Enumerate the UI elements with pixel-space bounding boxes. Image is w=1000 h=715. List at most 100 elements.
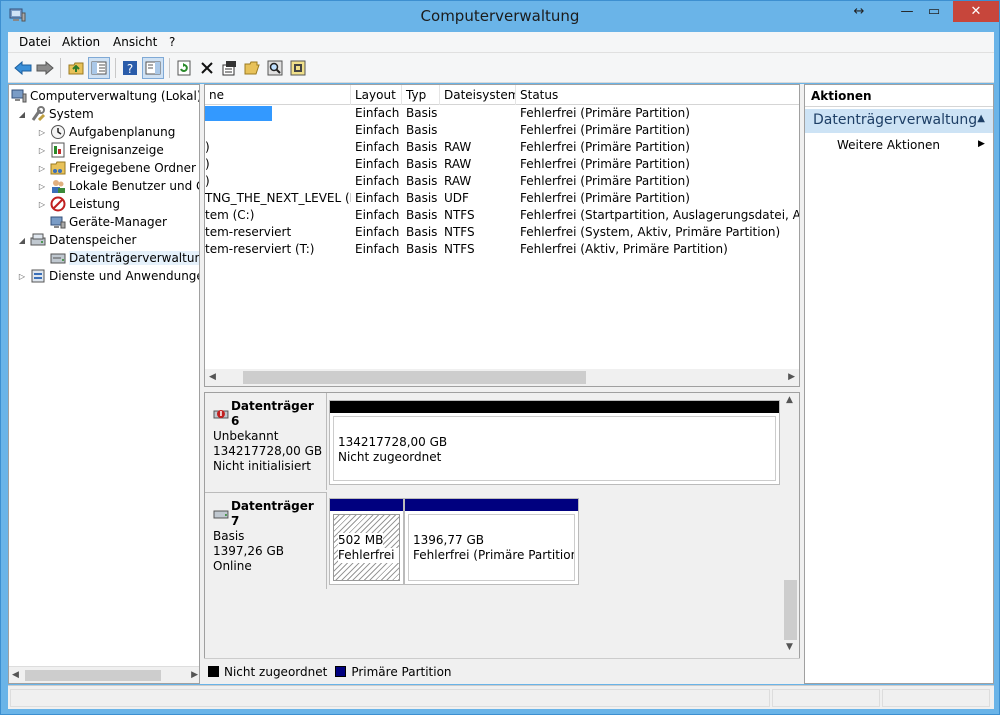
scroll-thumb[interactable] bbox=[243, 371, 586, 384]
disk-error-icon bbox=[213, 410, 229, 419]
collapsed-arrow-icon[interactable]: ▷ bbox=[37, 182, 47, 191]
tree-item-services[interactable]: ▷ Dienste und Anwendungen bbox=[17, 267, 199, 285]
collapsed-arrow-icon[interactable]: ▷ bbox=[37, 200, 47, 209]
column-header-status[interactable]: Status bbox=[516, 85, 799, 105]
collapsed-arrow-icon[interactable]: ▷ bbox=[37, 146, 47, 155]
device-manager-icon bbox=[50, 216, 66, 229]
scroll-up-arrow-icon[interactable]: ▲ bbox=[786, 395, 793, 405]
table-row[interactable]: ) Einfach Basis RAW Fehlerfrei (Primäre Part… bbox=[205, 139, 799, 156]
collapsed-arrow-icon[interactable]: ▷ bbox=[37, 164, 47, 173]
properties-icon[interactable] bbox=[218, 57, 240, 79]
cell-name: ) bbox=[205, 174, 210, 188]
collapse-arrow-icon[interactable]: ▲ bbox=[977, 113, 985, 124]
table-row[interactable]: tem-reserviert Einfach Basis NTFS Fehlerfrei… bbox=[205, 224, 799, 241]
menu-datei[interactable]: Datei bbox=[19, 35, 51, 49]
collapsed-arrow-icon[interactable]: ▷ bbox=[17, 272, 27, 281]
maximize-button[interactable]: ▭ bbox=[919, 1, 949, 22]
tree-item-shared-folders[interactable]: ▷ Freigegebene Ordner bbox=[37, 159, 196, 177]
tree-item-task-scheduler[interactable]: ▷ Aufgabenplanung bbox=[37, 123, 175, 141]
cell-fs: NTFS bbox=[444, 242, 475, 256]
disk-graph-view: Datenträger 6 Unbekannt 134217728,00 GB … bbox=[204, 392, 800, 684]
volume-system-reserved[interactable]: 502 MB Fehlerfrei (P bbox=[329, 498, 404, 585]
cell-type: Basis bbox=[406, 191, 438, 205]
actions-section-disk-management[interactable]: Datenträgerverwaltung ▲ bbox=[805, 109, 993, 133]
volume-primary-partition[interactable]: 1396,77 GB Fehlerfrei (Primäre Partition… bbox=[404, 498, 579, 585]
scroll-thumb[interactable] bbox=[784, 580, 797, 640]
forward-arrow-icon[interactable] bbox=[34, 57, 56, 79]
menu-help[interactable]: ? bbox=[169, 35, 175, 49]
event-viewer-icon bbox=[51, 142, 65, 158]
tree-item-local-users[interactable]: ▷ Lokale Benutzer und Gr bbox=[37, 177, 199, 195]
column-header-type[interactable]: Typ bbox=[402, 85, 440, 105]
table-row[interactable]: tem-reserviert (T:) Einfach Basis NTFS Fehle… bbox=[205, 241, 799, 258]
table-row[interactable]: tem (C:) Einfach Basis NTFS Fehlerfrei (Star… bbox=[205, 207, 799, 224]
cell-layout: Einfach bbox=[355, 208, 400, 222]
legend-swatch-unallocated bbox=[208, 666, 219, 677]
cell-name: ) bbox=[205, 140, 210, 154]
settings-icon[interactable] bbox=[287, 57, 309, 79]
cell-status: Fehlerfrei (Primäre Partition) bbox=[520, 123, 690, 137]
graph-vertical-scrollbar[interactable]: ▲ ▼ bbox=[782, 393, 799, 653]
scroll-right-arrow-icon[interactable]: ▶ bbox=[191, 670, 198, 680]
table-row[interactable]: Einfach Basis Fehlerfrei (Primäre Partitio… bbox=[205, 122, 799, 139]
table-row[interactable]: Einfach Basis Fehlerfrei (Primäre Partitio… bbox=[205, 105, 799, 122]
tree-item-storage[interactable]: ◢ Datenspeicher bbox=[17, 231, 136, 249]
cell-name: tem (C:) bbox=[205, 208, 255, 222]
show-tree-icon[interactable] bbox=[88, 57, 110, 79]
scroll-thumb[interactable] bbox=[25, 670, 161, 681]
volume-unallocated-disk6[interactable]: 134217728,00 GB Nicht zugeordnet bbox=[329, 400, 780, 485]
table-row[interactable]: ) Einfach Basis RAW Fehlerfrei (Primäre Part… bbox=[205, 173, 799, 190]
window: Computerverwaltung ↔ — ▭ ✕ Datei Aktion … bbox=[0, 0, 1000, 715]
search-icon[interactable] bbox=[264, 57, 286, 79]
svg-text:?: ? bbox=[127, 62, 133, 76]
delete-icon[interactable] bbox=[196, 57, 218, 79]
cell-type: Basis bbox=[406, 242, 438, 256]
table-row[interactable]: TNG_THE_NEXT_LEVEL (N:) Einfach Basis UDF Fe… bbox=[205, 190, 799, 207]
center-pane: ne Layout Typ Dateisystem Status Einfach… bbox=[204, 84, 800, 684]
scroll-left-arrow-icon[interactable]: ◀ bbox=[209, 372, 216, 382]
more-actions-item[interactable]: Weitere Aktionen bbox=[837, 138, 940, 152]
help-icon[interactable]: ? bbox=[119, 57, 141, 79]
back-arrow-icon[interactable] bbox=[12, 57, 34, 79]
scroll-down-arrow-icon[interactable]: ▼ bbox=[786, 642, 793, 652]
actions-header: Aktionen bbox=[805, 85, 993, 107]
tree-item-performance[interactable]: ▷ Leistung bbox=[37, 195, 120, 213]
tree-item-device-manager[interactable]: Geräte-Manager bbox=[50, 213, 167, 231]
tree-horizontal-scrollbar[interactable]: ◀ ▶ bbox=[9, 666, 199, 683]
title-bar[interactable]: Computerverwaltung ↔ — ▭ ✕ bbox=[1, 1, 999, 31]
up-folder-icon[interactable] bbox=[65, 57, 87, 79]
tree-item-system[interactable]: ◢ System bbox=[17, 105, 94, 123]
cell-name: tem-reserviert (T:) bbox=[205, 242, 315, 256]
cell-type: Basis bbox=[406, 106, 438, 120]
cell-fs: NTFS bbox=[444, 208, 475, 222]
expanded-arrow-icon[interactable]: ◢ bbox=[17, 110, 27, 119]
column-header-name[interactable]: ne bbox=[205, 85, 351, 105]
tree-item-root[interactable]: Computerverwaltung (Lokal) bbox=[11, 87, 199, 105]
list-header: ne Layout Typ Dateisystem Status bbox=[205, 85, 799, 105]
open-folder-icon[interactable] bbox=[241, 57, 263, 79]
column-header-layout[interactable]: Layout bbox=[351, 85, 402, 105]
table-row[interactable]: ) Einfach Basis RAW Fehlerfrei (Primäre Part… bbox=[205, 156, 799, 173]
column-header-filesystem[interactable]: Dateisystem bbox=[440, 85, 516, 105]
expanded-arrow-icon[interactable]: ◢ bbox=[17, 236, 27, 245]
menu-aktion[interactable]: Aktion bbox=[62, 35, 100, 49]
services-icon bbox=[31, 269, 45, 283]
scroll-right-arrow-icon[interactable]: ▶ bbox=[788, 372, 795, 382]
cell-status: Fehlerfrei (Primäre Partition) bbox=[520, 106, 690, 120]
refresh-icon[interactable] bbox=[173, 57, 195, 79]
list-horizontal-scrollbar[interactable]: ◀ ▶ bbox=[205, 369, 799, 386]
scroll-left-arrow-icon[interactable]: ◀ bbox=[12, 670, 19, 680]
volume-type-bar bbox=[330, 499, 403, 511]
show-action-pane-icon[interactable] bbox=[142, 57, 164, 79]
collapsed-arrow-icon[interactable]: ▷ bbox=[37, 128, 47, 137]
disk-label-7[interactable]: Datenträger 7 Basis 1397,26 GB Online bbox=[205, 492, 327, 589]
close-button[interactable]: ✕ bbox=[953, 1, 999, 22]
tree-item-disk-management[interactable]: Datenträgerverwaltung bbox=[50, 249, 199, 267]
disk-label-6[interactable]: Datenträger 6 Unbekannt 134217728,00 GB … bbox=[205, 393, 327, 490]
menu-ansicht[interactable]: Ansicht bbox=[113, 35, 157, 49]
cell-name: TNG_THE_NEXT_LEVEL (N:) bbox=[205, 191, 351, 205]
cell-status: Fehlerfrei (Aktiv, Primäre Partition) bbox=[520, 242, 728, 256]
navigation-tree: Computerverwaltung (Lokal) ◢ System ▷ Au… bbox=[8, 84, 200, 684]
resize-icon[interactable]: ↔ bbox=[839, 1, 879, 22]
tree-item-event-viewer[interactable]: ▷ Ereignisanzeige bbox=[37, 141, 164, 159]
